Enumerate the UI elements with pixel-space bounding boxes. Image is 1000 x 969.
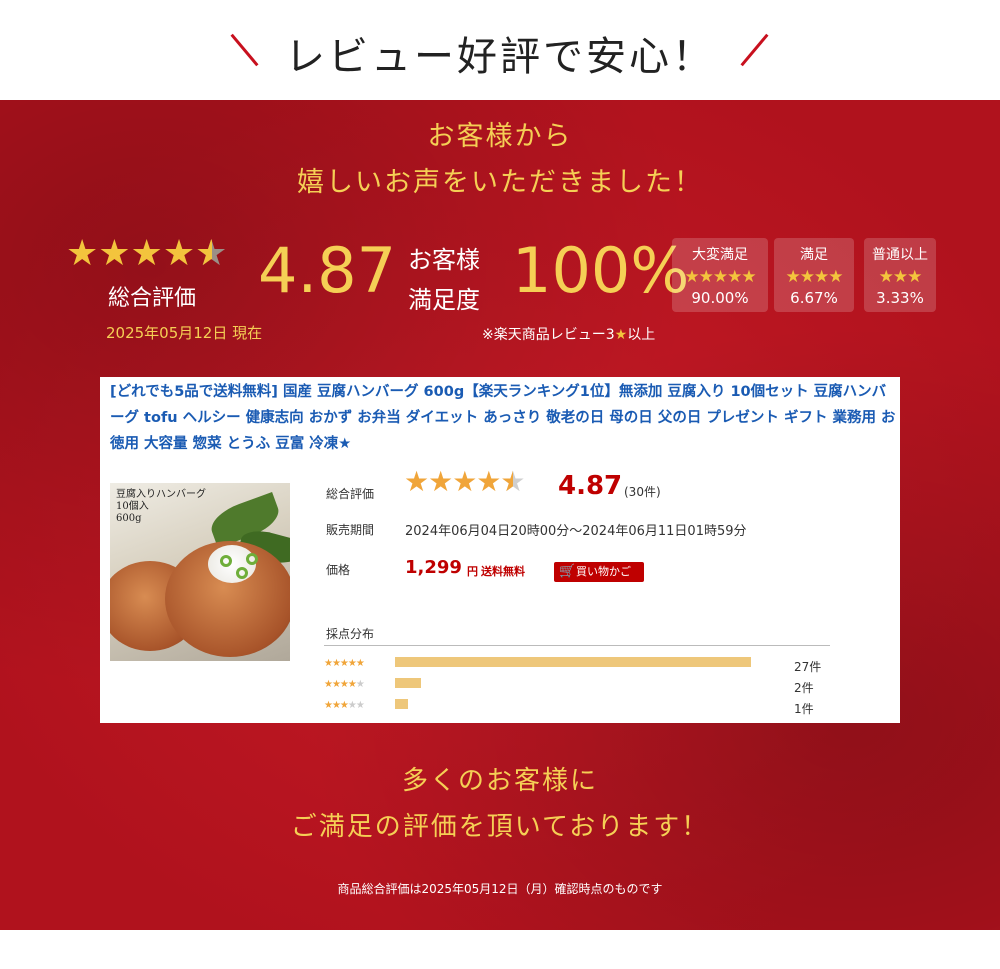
scallion-shape xyxy=(220,555,232,567)
dist-box-very-satisfied: 大変満足 ★★★★★ 90.00% xyxy=(672,238,768,312)
product-title-link[interactable]: [どれでも5品で送料無料] 国産 豆腐ハンバーグ 600g【楽天ランキング1位】… xyxy=(110,379,900,457)
distribution-bar xyxy=(395,699,408,709)
price-unit: 円 xyxy=(467,565,478,578)
product-photo: 豆腐入りハンバーグ 10個入 600g xyxy=(110,483,290,661)
closing-line-1: 多くのお客様に xyxy=(401,766,598,796)
distribution-bar xyxy=(395,678,421,688)
stars-off: ★ xyxy=(355,679,365,690)
photo-caption-line: 豆腐入りハンバーグ xyxy=(116,489,206,500)
stars-on: ★★★ xyxy=(324,700,349,711)
cart-button-label: 買い物かご xyxy=(576,565,631,578)
rating-score: 4.87 xyxy=(558,471,623,501)
satisfaction-percent: 100% xyxy=(512,234,690,307)
distribution-row: ★★★★★ 27件 xyxy=(324,655,834,675)
distribution-count: 2件 xyxy=(794,681,814,695)
rating-distribution-title: 採点分布 xyxy=(326,627,375,641)
note-prefix: ※楽天商品レビュー3 xyxy=(482,327,615,343)
dist-label: 満足 xyxy=(800,247,828,263)
dist-percent: 6.67% xyxy=(790,289,838,307)
dist-percent: 3.33% xyxy=(876,289,924,307)
stars-on: ★★★★ xyxy=(324,679,357,690)
price-value: 1,299 xyxy=(405,557,462,578)
five-star-icon: ★★★★★ xyxy=(324,658,365,669)
stars-on: ★★★★★ xyxy=(324,658,365,669)
bottom-spacer xyxy=(0,930,1000,969)
satisfaction-label-2: 満足度 xyxy=(408,286,480,314)
note-suffix: 以上 xyxy=(627,327,656,343)
divider xyxy=(324,645,830,646)
dist-percent: 90.00% xyxy=(691,289,749,307)
free-shipping-badge: 送料無料 xyxy=(481,565,525,578)
photo-caption: 豆腐入りハンバーグ 10個入 600g xyxy=(116,489,206,525)
footnote: 商品総合評価は2025年05月12日（月）確認時点のものです xyxy=(337,882,663,896)
three-star-icon: ★★★★★ xyxy=(324,700,365,711)
dist-box-average-or-above: 普通以上 ★★★ 3.33% xyxy=(864,238,936,312)
distribution-count: 1件 xyxy=(794,702,814,716)
scallion-shape xyxy=(246,553,258,565)
overall-label: 総合評価 xyxy=(108,286,197,311)
four-star-icon: ★★★★★ xyxy=(324,679,365,690)
stars-off: ★★ xyxy=(347,700,365,711)
three-star-icon: ★★★ xyxy=(878,267,923,287)
photo-caption-line: 600g xyxy=(116,513,142,524)
add-to-cart-button[interactable]: 🛒 買い物かご xyxy=(554,562,644,582)
review-count-link[interactable]: (30件) xyxy=(624,483,661,500)
distribution-row: ★★★★★ 1件 xyxy=(324,697,834,717)
photo-caption-line: 10個入 xyxy=(116,501,149,512)
intro-line-1: お客様から xyxy=(427,121,573,152)
price-label: 価格 xyxy=(326,563,351,577)
cart-icon: 🛒 xyxy=(559,564,576,579)
four-star-icon: ★★★★ xyxy=(785,267,844,287)
review-card: [どれでも5品で送料無料] 国産 豆腐ハンバーグ 600g【楽天ランキング1位】… xyxy=(100,377,900,723)
dist-label: 普通以上 xyxy=(872,247,928,263)
distribution-bar xyxy=(395,657,751,667)
rating-stars-icon: ★★★★★ xyxy=(404,468,526,497)
sales-period-label: 販売期間 xyxy=(326,523,375,537)
section-title: レビュー好評で安心！ xyxy=(285,34,715,80)
overall-score: 4.87 xyxy=(258,234,397,307)
overall-rating-label: 総合評価 xyxy=(326,487,375,501)
satisfaction-label-1: お客様 xyxy=(408,246,480,274)
dist-label: 大変満足 xyxy=(692,247,748,263)
scallion-shape xyxy=(236,567,248,579)
sales-period: 2024年06月04日20時00分～2024年06月11日01時59分 xyxy=(405,524,747,539)
five-star-icon: ★★★★★ xyxy=(684,267,756,287)
review-banner: お客様から 嬉しいお声をいただきました！ ★★★★★ 総合評価 2025年05月… xyxy=(0,100,1000,930)
dist-box-satisfied: 満足 ★★★★ 6.67% xyxy=(774,238,854,312)
section-header: レビュー好評で安心！ xyxy=(0,0,1000,100)
star-icon: ★ xyxy=(614,327,628,343)
overall-stars-icon: ★★★★★ xyxy=(66,236,227,273)
distribution-row: ★★★★★ 2件 xyxy=(324,676,834,696)
as-of-date: 2025年05月12日 現在 xyxy=(106,324,263,342)
distribution-count: 27件 xyxy=(794,660,822,674)
review-note: ※楽天商品レビュー3★以上 xyxy=(482,324,655,344)
intro-line-2: 嬉しいお声をいただきました！ xyxy=(297,167,703,198)
closing-line-2: ご満足の評価を頂いております！ xyxy=(290,812,710,842)
